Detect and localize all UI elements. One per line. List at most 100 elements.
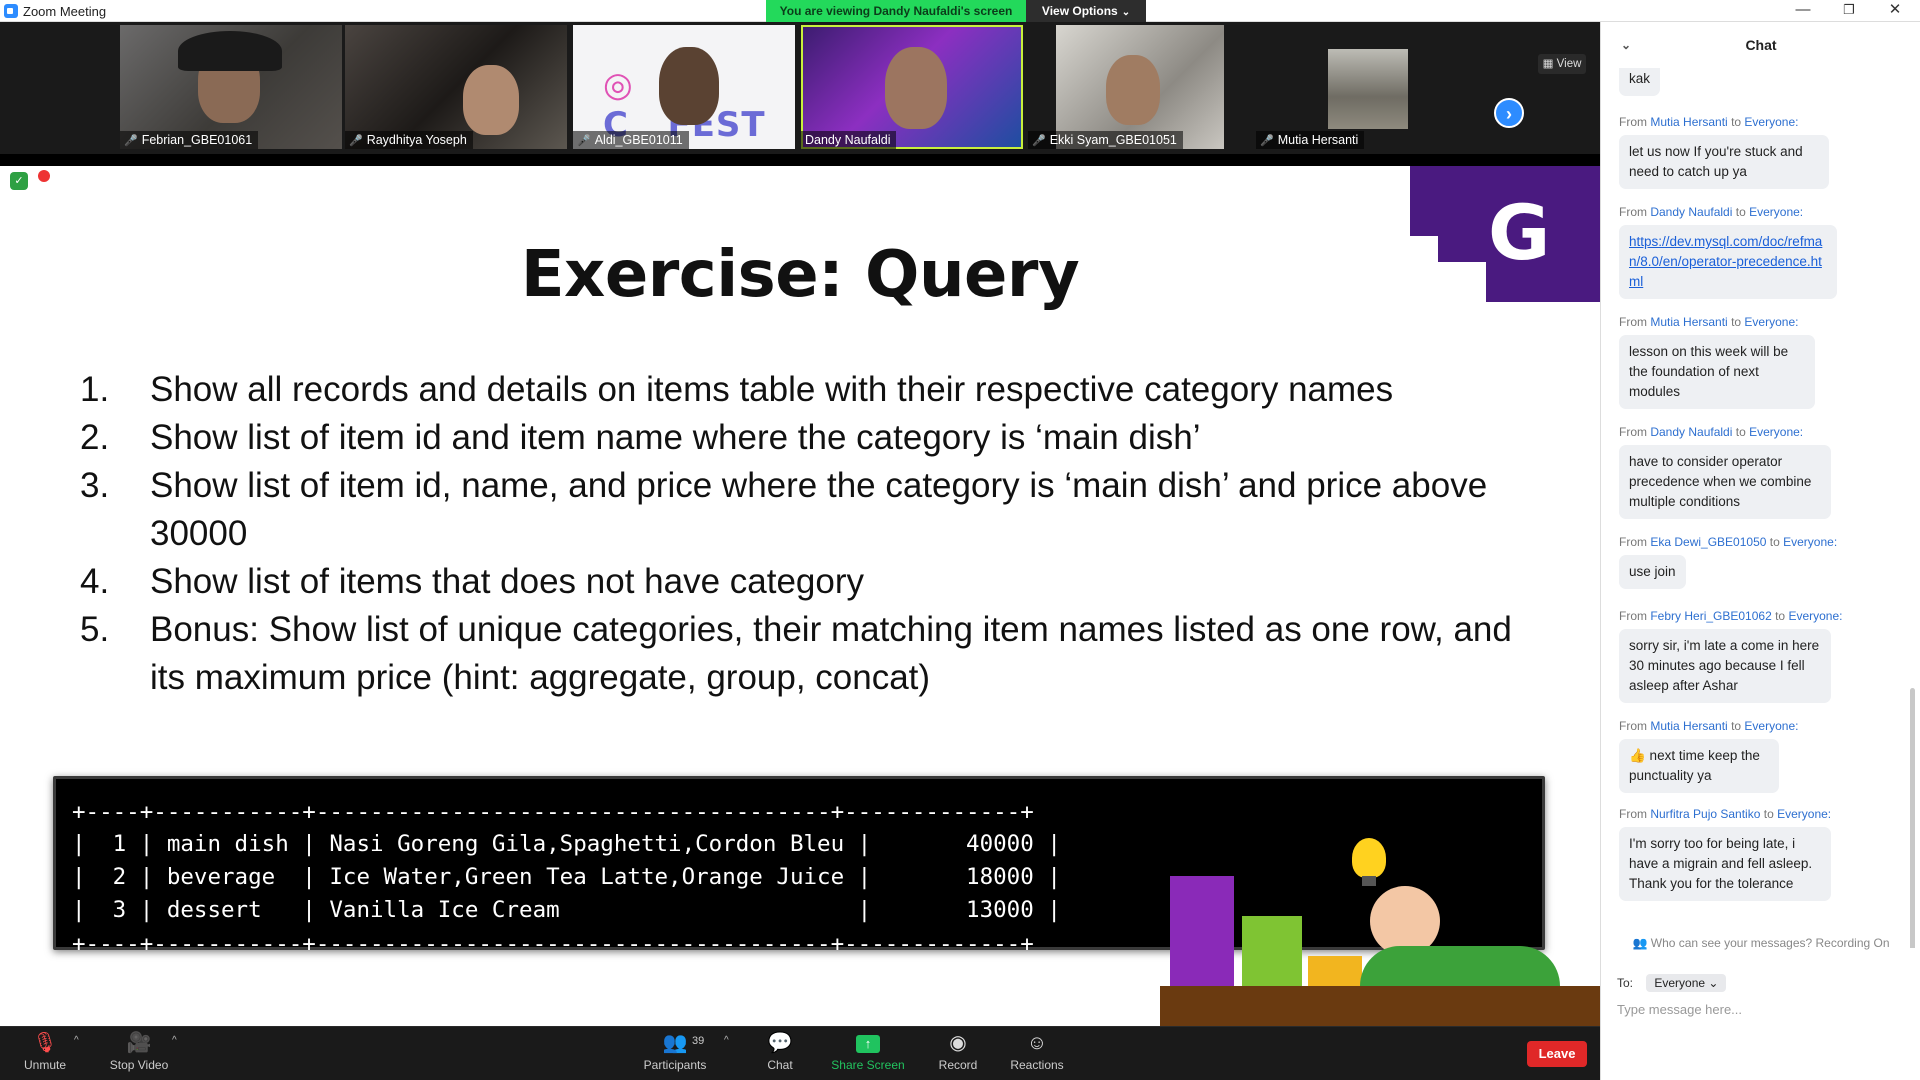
to-label: To: <box>1617 976 1634 990</box>
chat-title: Chat <box>1745 37 1777 53</box>
recipient-select[interactable]: Everyone ⌄ <box>1646 974 1727 992</box>
muted-mic-icon: 🎙 <box>32 1032 58 1054</box>
message-text: use join <box>1619 555 1686 589</box>
recipient: Everyone: <box>1783 535 1838 549</box>
message-text: lesson on this week will be the foundati… <box>1619 335 1815 409</box>
chat-bubble-icon: 💬 <box>767 1032 793 1054</box>
meeting-status-icons: ✓ <box>10 170 50 190</box>
record-label: Record <box>938 1058 978 1072</box>
chat-input[interactable]: Type message here... <box>1617 1002 1907 1017</box>
chat-message: kak <box>1619 68 1899 96</box>
list-item: 4. Show list of items that does not have … <box>70 558 1530 606</box>
share-arrow-icon: ↑ <box>856 1034 880 1053</box>
participant-video <box>463 65 519 135</box>
participant-tile[interactable]: 🎤 Ekki Syam_GBE01051 <box>1028 25 1250 149</box>
sender-name[interactable]: Mutia Hersanti <box>1650 315 1727 329</box>
chat-messages[interactable]: kak From Mutia Hersanti to Everyone: let… <box>1601 68 1920 948</box>
minimize-icon[interactable]: — <box>1780 0 1826 22</box>
profile-picture <box>1328 49 1408 129</box>
muted-mic-icon: 🎤 <box>124 135 138 147</box>
participant-tile[interactable]: 🎤 Febrian_GBE01061 <box>120 25 342 149</box>
chat-message: From Eka Dewi_GBE01050 to Everyone: use … <box>1619 534 1899 589</box>
to-word: to <box>1731 719 1742 733</box>
video-options-caret-icon[interactable]: ^ <box>172 1035 177 1046</box>
chat-button[interactable]: 💬 Chat <box>760 1027 800 1080</box>
sender-name[interactable]: Nurfitra Pujo Santiko <box>1650 807 1760 821</box>
sender-name[interactable]: Mutia Hersanti <box>1650 719 1727 733</box>
list-number: 3. <box>80 466 110 505</box>
message-link-bubble: https://dev.mysql.com/doc/refman/8.0/en/… <box>1619 225 1837 299</box>
privacy-text: Who can see your messages? Recording On <box>1650 936 1890 950</box>
message-link[interactable]: https://dev.mysql.com/doc/refman/8.0/en/… <box>1629 234 1822 289</box>
participant-name: Mutia Hersanti <box>1277 133 1359 147</box>
chat-scrollbar[interactable] <box>1910 688 1915 948</box>
recipient-value: Everyone <box>1654 976 1706 990</box>
chat-panel: ⌄ Chat kak From Mutia Hersanti to Everyo… <box>1600 22 1920 1080</box>
list-number: 2. <box>80 418 110 457</box>
participant-tile[interactable]: 🎤 Mutia Hersanti <box>1256 25 1478 149</box>
participants-options-caret-icon[interactable]: ^ <box>724 1035 729 1046</box>
muted-mic-icon: 🎤 <box>1032 135 1046 147</box>
from-word: From <box>1619 115 1647 129</box>
recipient-row: To: Everyone ⌄ <box>1617 974 1727 992</box>
grid-icon: ▦ <box>1542 58 1554 70</box>
terminal-line: | 3 | dessert | Vanilla Ice Cream | 1300… <box>72 897 1061 923</box>
to-word: to <box>1763 807 1774 821</box>
terminal-line: | 1 | main dish | Nasi Goreng Gila,Spagh… <box>72 831 1061 857</box>
unmute-button[interactable]: 🎙 Unmute <box>20 1027 70 1080</box>
chat-message: From Nurfitra Pujo Santiko to Everyone: … <box>1619 806 1899 901</box>
message-text: 👍 next time keep the punctuality ya <box>1619 739 1779 793</box>
reactions-button[interactable]: ☺ Reactions <box>1006 1027 1068 1080</box>
video-camera-icon: 🎥 <box>126 1032 152 1054</box>
recipient: Everyone: <box>1744 315 1799 329</box>
list-number: 1. <box>80 370 110 409</box>
sender-name[interactable]: Dandy Naufaldi <box>1650 425 1732 439</box>
chevron-down-icon: ⌄ <box>1708 976 1719 990</box>
participant-count: 39 <box>692 1035 705 1047</box>
participant-tile-active-speaker[interactable]: Dandy Naufaldi <box>801 25 1023 149</box>
chat-message: From Mutia Hersanti to Everyone: lesson … <box>1619 314 1899 409</box>
audio-options-caret-icon[interactable]: ^ <box>74 1035 79 1046</box>
view-layout-button[interactable]: ▦ View <box>1538 54 1586 74</box>
close-icon[interactable]: ✕ <box>1872 0 1918 22</box>
leave-button[interactable]: Leave <box>1527 1041 1587 1067</box>
message-text: sorry sir, i'm late a come in here 30 mi… <box>1619 629 1831 703</box>
record-button[interactable]: ◉ Record <box>933 1027 983 1080</box>
participant-tile[interactable]: 🎤 Raydhitya Yoseph <box>345 25 567 149</box>
from-word: From <box>1619 807 1647 821</box>
restore-icon[interactable]: ❐ <box>1826 0 1872 22</box>
shield-icon[interactable]: ✓ <box>10 172 28 190</box>
chevron-down-icon[interactable]: ⌄ <box>1621 22 1631 68</box>
record-icon: ◉ <box>949 1032 967 1054</box>
share-screen-label: Share Screen <box>831 1058 905 1072</box>
unmute-label: Unmute <box>23 1058 67 1072</box>
participant-video <box>885 47 947 129</box>
recipient: Everyone: <box>1788 609 1843 623</box>
sender-name[interactable]: Febry Heri_GBE01062 <box>1650 609 1771 623</box>
sender-name[interactable]: Dandy Naufaldi <box>1650 205 1732 219</box>
window-title: Zoom Meeting <box>23 4 107 19</box>
view-options-button[interactable]: View Options ⌄ <box>1026 0 1146 22</box>
participant-tile[interactable]: ◎ C FEST 🎤 Aldi_GBE01011 <box>573 25 795 149</box>
chat-label: Chat <box>767 1058 793 1072</box>
share-screen-button[interactable]: ↑ Share Screen <box>828 1027 908 1080</box>
participant-name: Aldi_GBE01011 <box>594 133 683 147</box>
participant-video <box>659 47 719 125</box>
from-word: From <box>1619 609 1647 623</box>
privacy-notice[interactable]: 👥 Who can see your messages? Recording O… <box>1601 936 1920 950</box>
terminal-line: +----+-----------+----------------------… <box>72 931 1034 957</box>
participant-strip: 🎤 Febrian_GBE01061 🎤 Raydhitya Yoseph ◎ C … <box>0 22 1600 154</box>
sender-name[interactable]: Eka Dewi_GBE01050 <box>1650 535 1766 549</box>
lightbulb-icon <box>1352 838 1386 886</box>
participant-name: Raydhitya Yoseph <box>366 133 467 147</box>
stop-video-button[interactable]: 🎥 Stop Video <box>104 1027 174 1080</box>
slide-title: Exercise: Query <box>520 238 1080 312</box>
to-word: to <box>1731 315 1742 329</box>
participant-name: Dandy Naufaldi <box>805 133 891 147</box>
sender-name[interactable]: Mutia Hersanti <box>1650 115 1727 129</box>
list-number: 4. <box>80 562 110 601</box>
illustration-desk <box>1160 986 1600 1026</box>
to-word: to <box>1775 609 1786 623</box>
chat-message: From Dandy Naufaldi to Everyone: https:/… <box>1619 204 1899 299</box>
next-participants-button[interactable]: › <box>1494 98 1524 128</box>
